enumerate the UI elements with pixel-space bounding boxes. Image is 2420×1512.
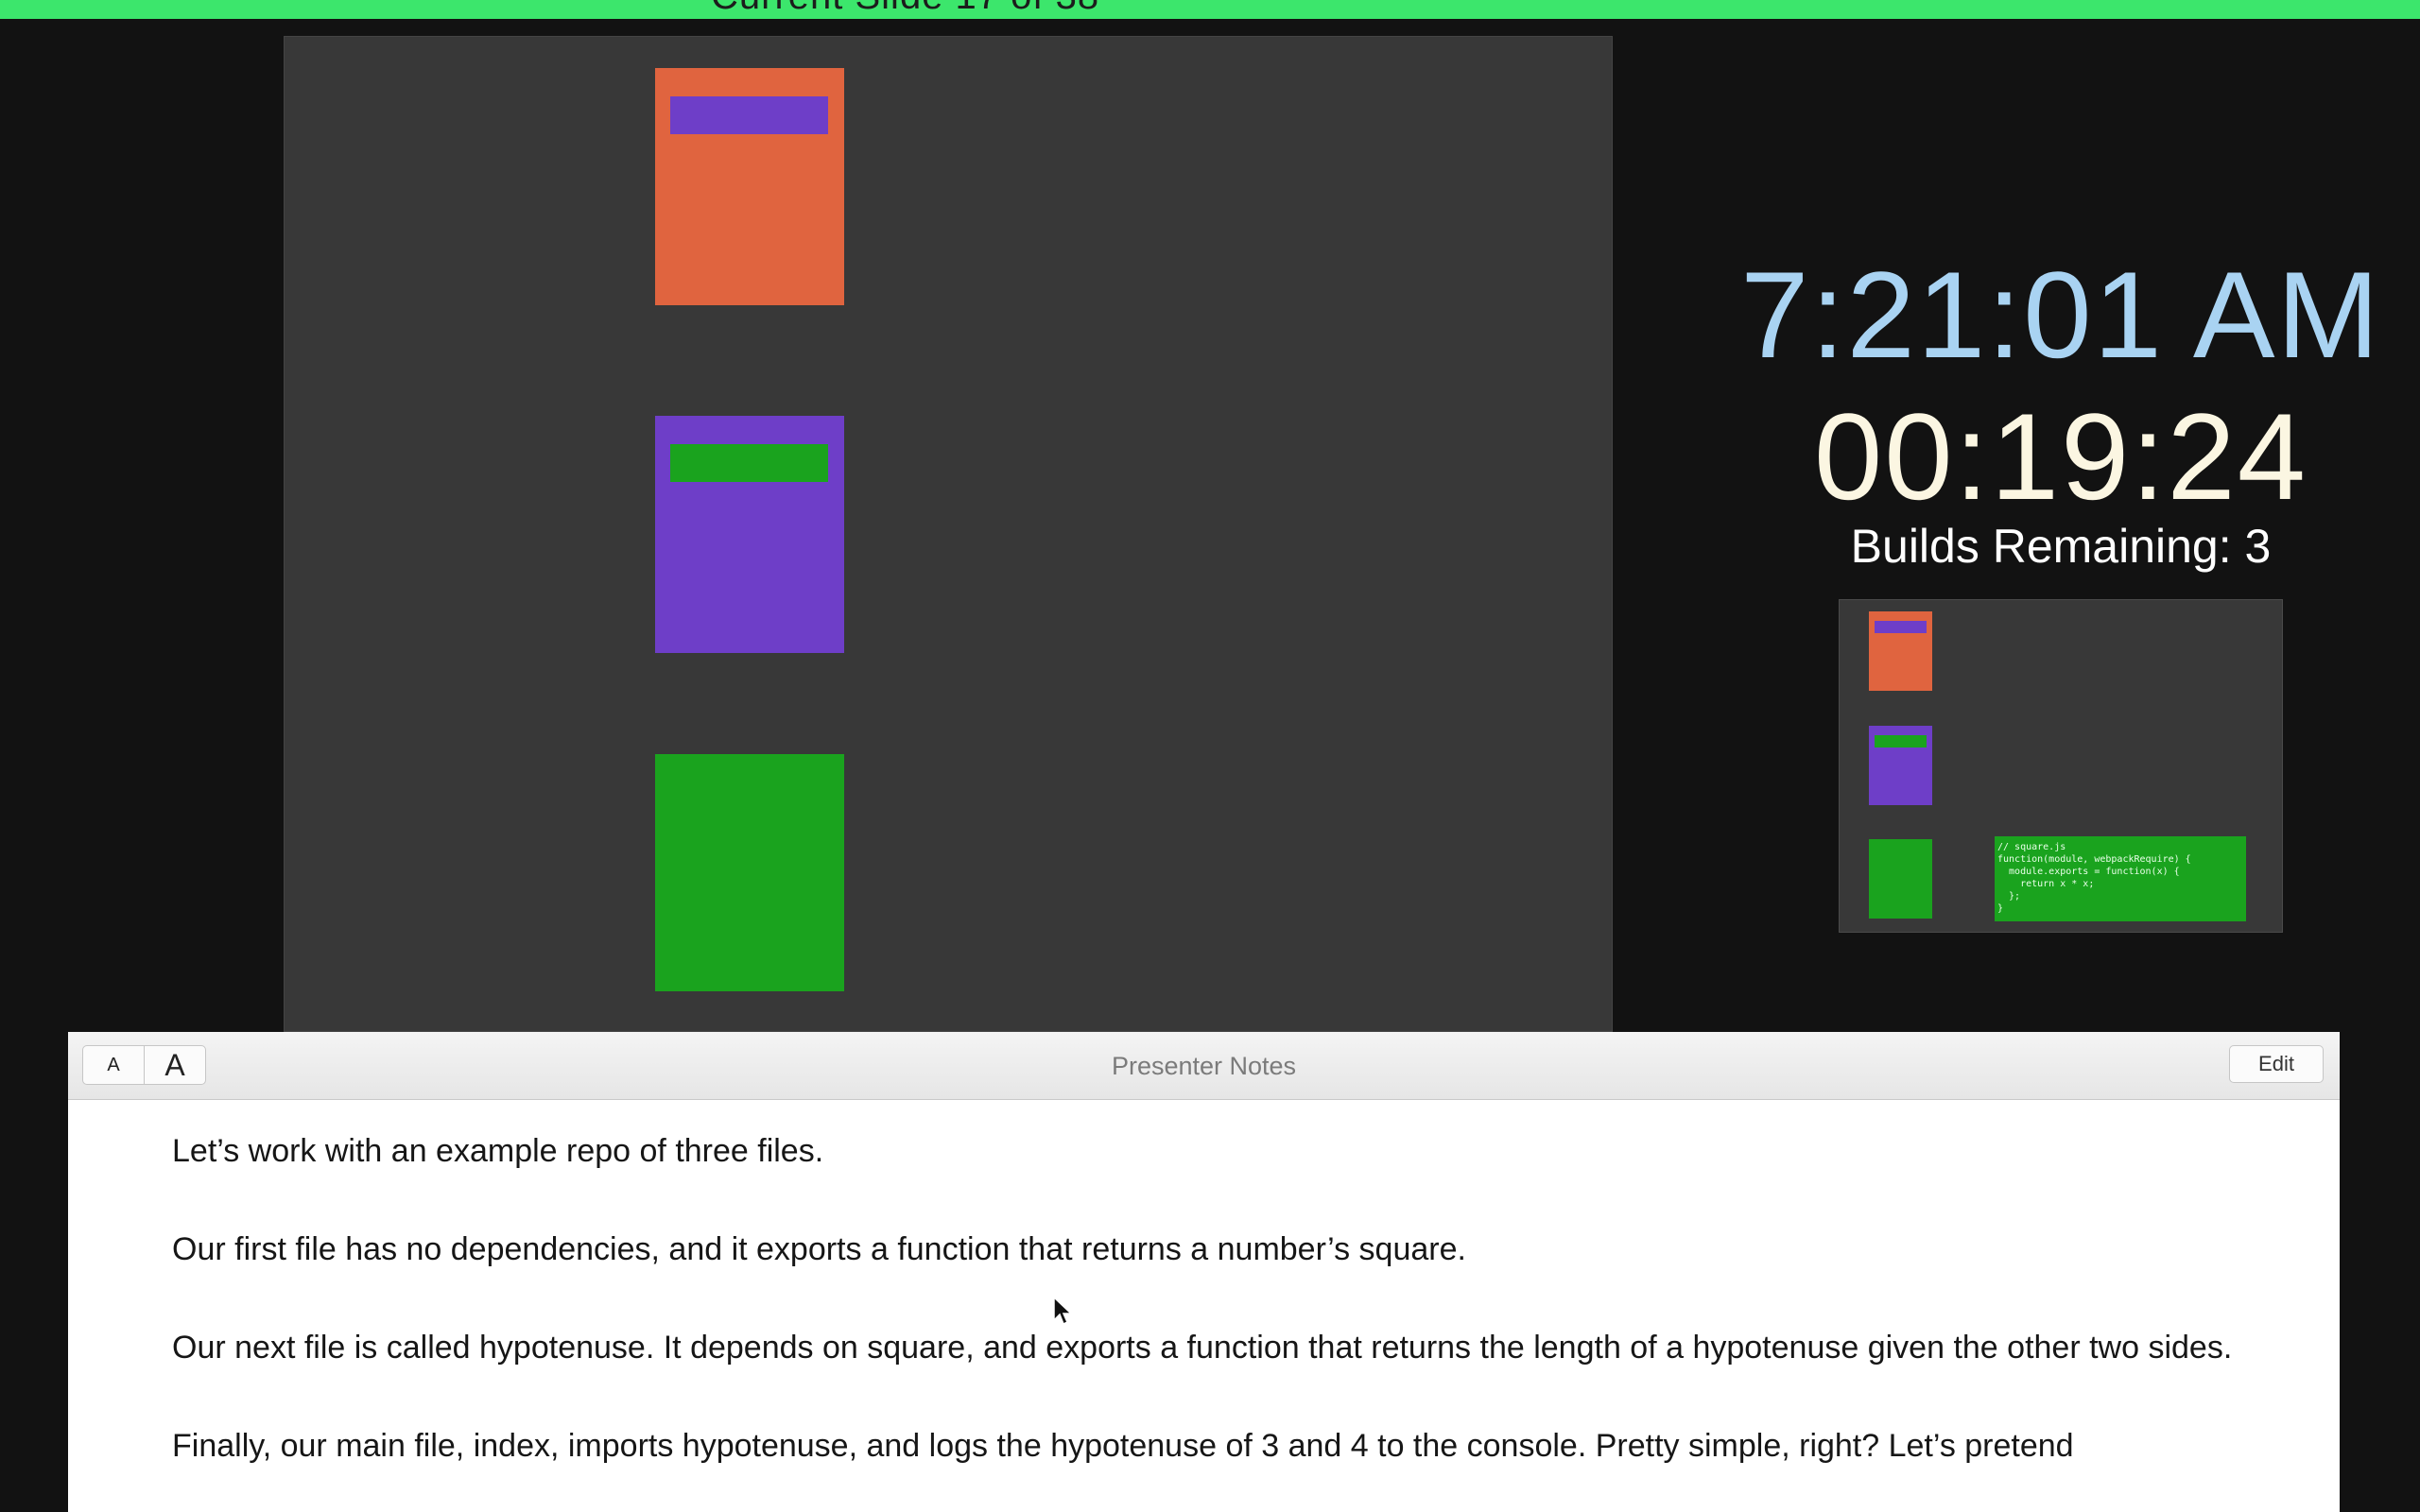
orange-block xyxy=(655,68,844,305)
notes-paragraph: Finally, our main file, index, imports h… xyxy=(172,1428,2074,1464)
notes-paragraph: Our next file is called hypotenuse. It d… xyxy=(172,1330,2233,1366)
elapsed-timer[interactable]: 00:19:24 xyxy=(1720,395,2401,518)
mouse-pointer-icon xyxy=(1053,1297,1072,1326)
increase-font-button[interactable]: A xyxy=(145,1046,205,1084)
clock-time: 7:21:01 AM xyxy=(1740,246,2381,384)
notes-toolbar: Presenter Notes A A Edit xyxy=(68,1032,2340,1100)
preview-purple-block xyxy=(1869,726,1932,805)
green-bar xyxy=(670,444,828,482)
notes-paragraph: Let’s work with an example repo of three… xyxy=(172,1133,824,1169)
preview-code-block: // square.js function(module, webpackReq… xyxy=(1995,836,2246,921)
current-slide-title: Current Slide 17 of 38 xyxy=(711,0,1099,18)
preview-purple-bar xyxy=(1875,621,1927,633)
edit-button[interactable]: Edit xyxy=(2229,1045,2324,1083)
purple-bar xyxy=(670,96,828,134)
next-slide-preview: // square.js function(module, webpackReq… xyxy=(1839,599,2283,933)
preview-green-bar xyxy=(1875,735,1927,747)
current-slide xyxy=(284,36,1613,1032)
presenter-notes-panel: Presenter Notes A A Edit Let’s work with… xyxy=(68,1032,2340,1512)
green-block xyxy=(655,754,844,991)
notes-paragraph: Our first file has no dependencies, and … xyxy=(172,1231,1466,1267)
font-size-controls: A A xyxy=(82,1045,206,1085)
decrease-font-button[interactable]: A xyxy=(83,1046,145,1084)
top-status-bar: Current Slide 17 of 38 xyxy=(0,0,2420,19)
builds-remaining: Builds Remaining: 3 xyxy=(1850,520,2272,573)
notes-title: Presenter Notes xyxy=(1111,1052,1297,1080)
notes-text[interactable]: Let’s work with an example repo of three… xyxy=(172,1126,2299,1512)
preview-green-block xyxy=(1869,839,1932,919)
preview-orange-block xyxy=(1869,611,1932,691)
purple-block xyxy=(655,416,844,653)
